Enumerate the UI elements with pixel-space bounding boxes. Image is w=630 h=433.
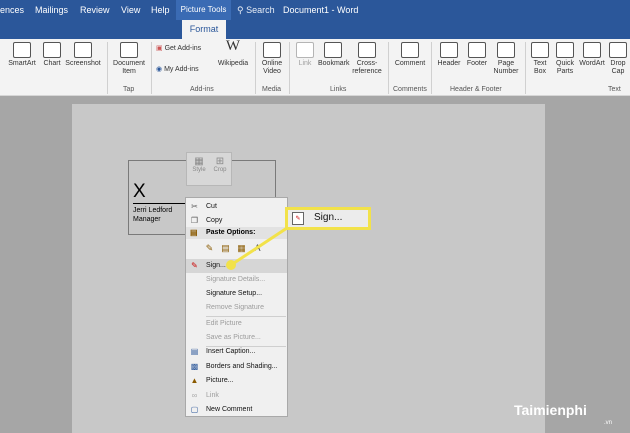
watermark-logo: Taimienphi: [514, 402, 587, 418]
sign-icon: ✎: [292, 212, 304, 225]
callout-label: Sign...: [314, 212, 343, 223]
callout-pointer-dot: [226, 260, 236, 270]
sign-callout: ✎ Sign...: [285, 207, 371, 230]
watermark-domain: .vn: [604, 420, 613, 426]
callout-pointer-line: [230, 226, 288, 267]
